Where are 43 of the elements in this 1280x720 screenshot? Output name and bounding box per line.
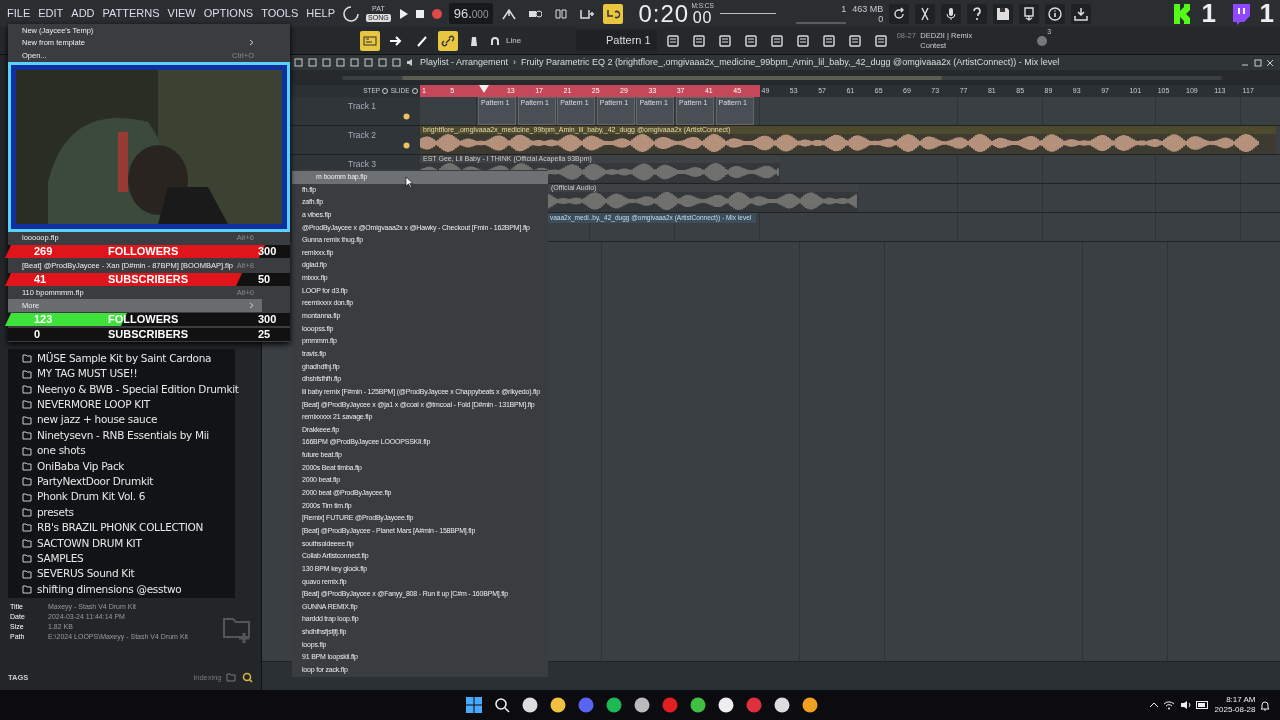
folder-item[interactable]: new jazz + house sauce	[22, 412, 235, 428]
polyphony-reading: 0	[878, 13, 884, 24]
folder-item[interactable]: SAMPLES	[22, 551, 235, 567]
clock-time: 8:17 AM	[1226, 695, 1256, 705]
track-name[interactable]: Track 2	[348, 130, 377, 140]
folder-item[interactable]: PartyNextDoor Drumkit	[22, 474, 235, 490]
song-time: 0:20	[638, 2, 690, 27]
cpu-reading: 1	[841, 2, 847, 16]
menu-item[interactable]: TOOLS	[260, 5, 300, 22]
menu-item[interactable]: HELP	[305, 5, 337, 22]
song-time-centiseconds: 00	[692, 10, 713, 27]
follower-count: 1	[1201, 0, 1217, 30]
folder-item[interactable]: one shots	[22, 443, 235, 459]
pattern-selector[interactable]: Pattern 1	[576, 30, 657, 51]
breadcrumb-separator: ›	[513, 55, 517, 69]
track-name[interactable]: Track 3	[348, 159, 377, 169]
menu-item[interactable]: ADD	[70, 5, 96, 22]
folder-item[interactable]: presets	[22, 504, 235, 521]
folder-item[interactable]: shifting dimensions @esstwo	[22, 581, 235, 598]
memory-reading: 463 MB	[852, 3, 884, 14]
folder-item[interactable]: Ninetysevn - RNB Essentials by Mii	[22, 427, 235, 444]
menu-item[interactable]: FILE	[6, 5, 32, 22]
track-name[interactable]: Track 1	[348, 101, 377, 111]
folder-item[interactable]: MY TAG MUST USE!!	[22, 366, 235, 382]
snap-selector[interactable]: Line	[506, 34, 570, 47]
folder-item[interactable]: MÜSE Sample Kit by Saint Cardona	[22, 351, 235, 367]
menu-item[interactable]: PATTERNS	[101, 5, 161, 22]
focused-control-name: Fruity Parametric EQ 2 (brightflore_,omgivaaa2x_medicine_99bpm_Amin_lil_baby,_42_dugg @omgivaaa2x (ArtistConnect)) - Mix level	[521, 55, 1060, 69]
menu-item[interactable]: VIEW	[166, 5, 197, 22]
menu-item[interactable]: EDIT	[37, 5, 65, 22]
stat-bar: 0 SUBSCRIBERS 25	[8, 327, 290, 341]
follower-count: 1	[1259, 0, 1274, 30]
playlist-title: Playlist - Arrangement	[420, 55, 509, 69]
folder-item[interactable]: Phonk Drum Kit Vol. 6	[22, 489, 235, 505]
stat-bar: 41 SUBSCRIBERS 50	[8, 272, 290, 286]
folder-item[interactable]: SEVERUS Sound Kit	[22, 566, 235, 582]
folder-item[interactable]: OniBaba Vip Pack	[22, 458, 235, 475]
folder-item[interactable]: RB's BRAZIL PHONK COLLECTION	[22, 520, 235, 536]
folder-item[interactable]: SACTOWN DRUM KIT	[22, 535, 235, 552]
folder-item[interactable]: NEVERMORE LOOP KIT	[22, 397, 235, 413]
menu-item[interactable]: OPTIONS	[202, 5, 255, 22]
tempo-field[interactable]: 96.000	[448, 2, 494, 25]
clock-date: 2025-08-28	[1214, 705, 1256, 715]
